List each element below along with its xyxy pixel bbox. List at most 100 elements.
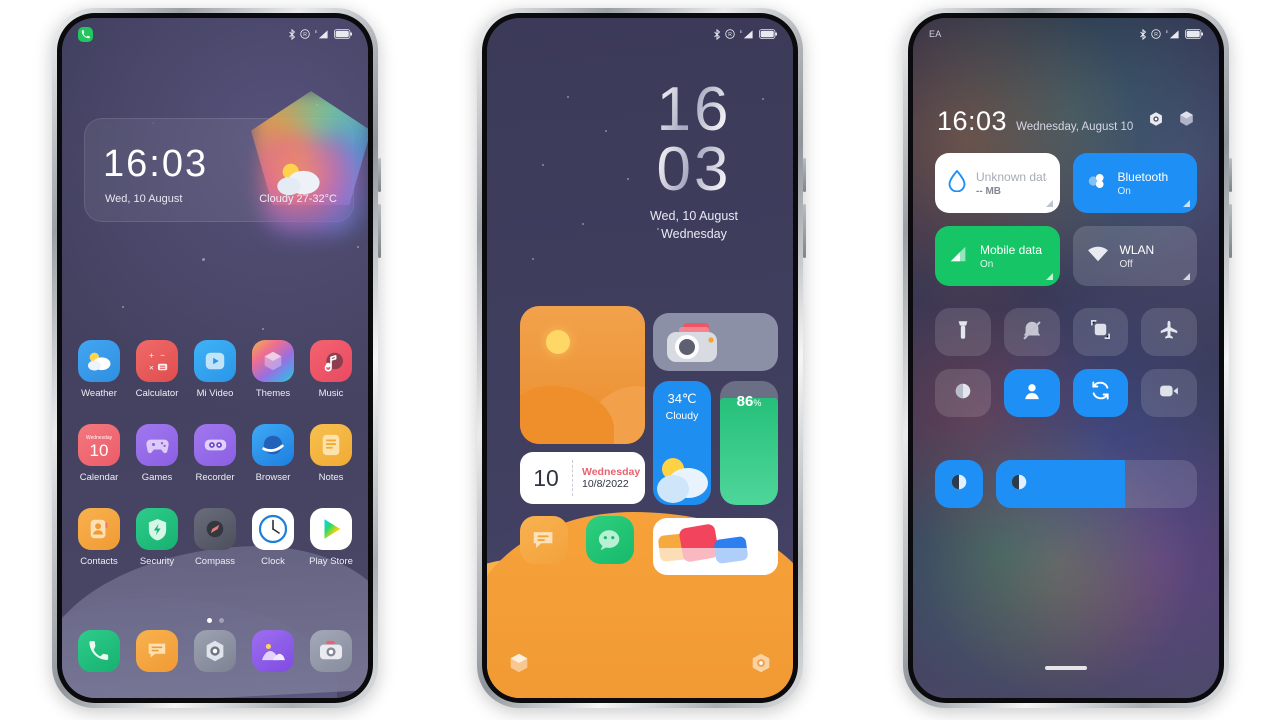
battery-widget[interactable]: 86% [720,381,778,505]
phone-screen-2: R E 16 03 Wed, 10 August Wednesday 10 We… [487,18,793,698]
toggle-screen-record[interactable] [1141,369,1197,417]
app-contacts[interactable]: Contacts [70,508,128,567]
app-mi-video[interactable]: Mi Video [186,340,244,399]
app-compass[interactable]: Compass [186,508,244,567]
clock-weather-widget[interactable]: 16:03 Wed, 10 August Cloudy 27-32°C [84,91,368,233]
toggle-flashlight[interactable] [935,308,991,356]
desert-photo-widget[interactable] [520,306,645,444]
settings-icon[interactable] [749,651,773,680]
app-calculator[interactable]: + − × Calculator [128,340,186,399]
screenshot-icon [1090,319,1111,345]
battery-unit: % [753,398,762,408]
tile-sub: On [980,258,994,270]
big-clock-widget[interactable]: 16 03 Wed, 10 August Wednesday [619,79,769,241]
app-calendar[interactable]: Wednesday 10 Calendar [70,424,128,483]
expand-corner-icon[interactable] [1183,273,1190,280]
brightness-slider[interactable] [996,460,1197,508]
dock-bar-2 [487,651,793,680]
header-date: Wednesday, August 10 [1016,121,1134,133]
power-button[interactable] [803,158,806,192]
calendar-icon-dow: Wednesday [85,435,113,441]
gallery-icon[interactable] [252,630,294,672]
control-center-header: 16:03 Wednesday, August 10 [937,106,1133,137]
airplane-mode-icon [1158,319,1180,346]
volume-button[interactable] [1229,204,1232,258]
toggle-user-profile[interactable] [1003,369,1060,417]
volume-button[interactable] [803,204,806,258]
app-security[interactable]: Security [128,508,186,567]
quick-toggle-grid [935,308,1197,417]
screenshot-canvas: R E 16:03 Wed, 10 August Cloudy 27-32°C … [0,0,1280,720]
volume-button[interactable] [378,204,381,258]
browser-icon [252,424,294,466]
weather-widget[interactable]: 34℃ Cloudy [653,381,711,505]
gallery-widget[interactable] [653,518,778,575]
app-themes[interactable]: Themes [244,340,302,399]
app-notes[interactable]: Notes [302,424,360,483]
expand-corner-icon[interactable] [1045,200,1053,207]
bluetooth-icon [288,28,296,40]
toggle-airplane-mode[interactable] [1141,308,1197,356]
tile-mobile-data[interactable]: Mobile data On [935,226,1060,286]
games-icon [136,424,178,466]
bluetooth-icon [713,28,721,40]
toggle-dark-mode[interactable] [935,369,991,417]
clock-icon [252,508,294,550]
app-label: Contacts [80,556,118,567]
app-weather[interactable]: Weather [70,340,128,399]
toggle-silent-mode[interactable] [1003,308,1060,356]
settings-hex-icon[interactable] [1148,111,1164,132]
dnd-icon: R [300,29,310,39]
page-dot[interactable] [218,618,224,623]
sun-cloud-icon [657,458,708,503]
calendar-widget[interactable]: 10 Wednesday 10/8/2022 [520,452,645,504]
edit-hex-icon[interactable] [1178,110,1195,132]
drag-handle[interactable] [1045,666,1087,670]
app-recorder[interactable]: Recorder [186,424,244,483]
tile-wlan[interactable]: WLAN Off [1072,226,1197,286]
header-actions [1148,110,1195,132]
app-clock[interactable]: Clock [244,508,302,567]
app-label: Recorder [195,472,235,483]
svg-text:R: R [728,32,732,38]
tile-data-usage[interactable]: Unknown data plan -- MB [935,153,1060,213]
app-music[interactable]: Music [302,340,360,399]
svg-text:E: E [315,29,318,34]
messages-icon[interactable] [136,630,178,672]
star [542,164,544,166]
camera-widget[interactable] [653,313,778,371]
star [582,223,584,225]
star [532,258,534,260]
tile-bluetooth[interactable]: Bluetooth On [1072,153,1197,213]
toggle-screenshot[interactable] [1072,308,1129,356]
settings-icon[interactable] [194,630,236,672]
app-play-store[interactable]: Play Store [302,508,360,567]
calendar-weekday: Wednesday [582,466,641,478]
page-dot-active[interactable] [206,618,212,623]
signal-e-icon: E [314,28,330,40]
signal-e-icon: E [1165,28,1181,40]
dnd-icon: R [1151,29,1161,39]
svg-text:R: R [1154,32,1158,38]
app-games[interactable]: Games [128,424,186,483]
battery-icon [1185,29,1203,39]
app-browser[interactable]: Browser [244,424,302,483]
bluetooth-icon [1139,28,1147,40]
expand-corner-icon[interactable] [1183,200,1190,207]
brightness-toggle-button[interactable] [935,460,983,508]
phone-icon[interactable] [78,630,120,672]
app-label: Calendar [79,472,119,483]
expand-corner-icon[interactable] [1045,273,1053,280]
dark-mode-icon [953,381,973,406]
wechat-icon[interactable] [586,516,634,564]
power-button[interactable] [1229,158,1232,192]
camera-icon[interactable] [310,630,352,672]
widget-time: 16:03 [103,143,209,185]
themes-icon[interactable] [507,651,531,680]
star [605,130,607,132]
power-button[interactable] [378,158,381,192]
messages-icon[interactable] [520,516,568,564]
phone-call-icon [78,26,93,42]
toggle-auto-rotate[interactable] [1072,369,1129,417]
wifi-icon [1086,245,1110,268]
